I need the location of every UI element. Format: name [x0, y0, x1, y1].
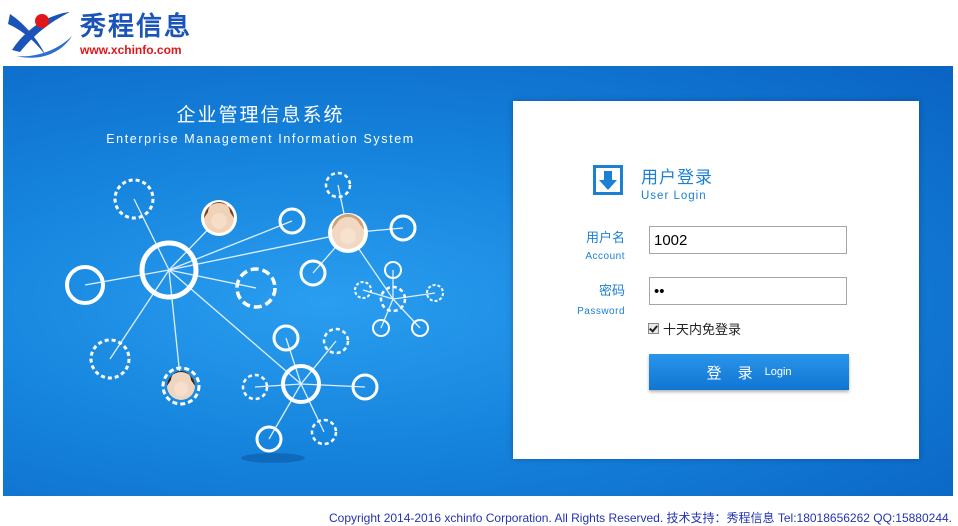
footer-copyright: Copyright 2014-2016 xchinfo Corporation.… [329, 511, 952, 525]
login-title-en: User Login [641, 190, 707, 202]
logo-text: 秀程信息 [80, 12, 193, 42]
login-button-label: 登 录 [706, 364, 759, 382]
network-graph-illustration [65, 171, 444, 463]
account-label-en: Account [585, 251, 625, 262]
avatar [161, 366, 201, 406]
remember-me-option[interactable]: 十天内免登录 [648, 319, 741, 338]
logo-url[interactable]: www.xchinfo.com [80, 43, 182, 57]
remember-me-label: 十天内免登录 [663, 323, 742, 338]
avatar [328, 213, 368, 253]
remember-me-checkbox[interactable] [648, 323, 659, 334]
password-input[interactable] [649, 277, 847, 305]
login-title: 用户登录 [641, 168, 713, 188]
download-arrow-icon [593, 165, 623, 195]
login-panel: 用户登录 User Login 用户名 Account 密码 Password … [513, 101, 919, 459]
login-button[interactable]: 登 录 Login [649, 354, 849, 390]
account-label: 用户名 [585, 231, 625, 246]
orbit-logo-icon [8, 12, 72, 58]
login-button-label-en: Login [764, 366, 792, 378]
login-banner: 企业管理信息系统 Enterprise Management Informati… [3, 66, 953, 496]
avatar [201, 200, 237, 236]
password-label: 密码 [598, 284, 625, 299]
site-header: 秀程信息 www.xchinfo.com [0, 0, 958, 66]
account-input[interactable] [649, 226, 847, 254]
password-label-en: Password [577, 306, 625, 317]
